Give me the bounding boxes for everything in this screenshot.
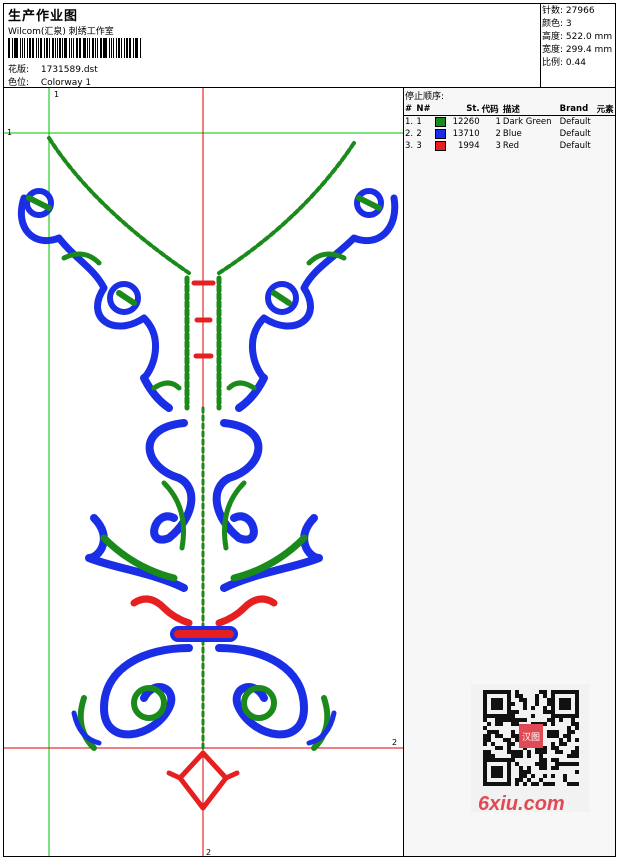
page-title: 生产作业图 xyxy=(8,9,79,24)
table-row: 2. 2 13710 2 Blue Default xyxy=(405,128,591,139)
guide-label-top: 1 xyxy=(54,90,60,99)
colorway-value: Colorway 1 xyxy=(40,78,92,88)
production-sheet: 生产作业图 Wilcom(汇泉) 刺绣工作室 花版: 1731589.dst 色… xyxy=(3,3,616,857)
stat-height: 高度: 522.0 mm xyxy=(542,32,613,42)
stat-colors: 颜色: 3 xyxy=(542,19,572,29)
header-info: 生产作业图 Wilcom(汇泉) 刺绣工作室 花版: 1731589.dst 色… xyxy=(4,4,541,88)
color-swatch xyxy=(434,128,446,139)
design-canvas: 1 1 2 2 xyxy=(4,88,404,857)
watermark-logo: 6xiu.com xyxy=(478,793,565,815)
table-row: 1. 1 12260 1 Dark Green Default xyxy=(405,116,591,127)
stats-panel: 针数: 27966 颜色: 3 高度: 522.0 mm 宽度: 299.4 m… xyxy=(541,4,615,88)
stop-sequence-table: # N# St. 代码 描述 Brand 元素 1. 1 12260 1 Dark Gr… xyxy=(404,102,615,152)
color-swatch xyxy=(434,116,446,127)
guide-label-right: 2 xyxy=(392,738,398,747)
stamp-text: 汉图 xyxy=(522,732,540,743)
barcode xyxy=(8,38,142,58)
stop-sequence-title: 停止顺序: xyxy=(405,92,445,102)
design-label: 花版: xyxy=(8,65,30,75)
colorway-row: 色位: Colorway 1 xyxy=(8,75,91,88)
stat-scale: 比例: 0.44 xyxy=(542,58,586,68)
design-row: 花版: 1731589.dst xyxy=(8,62,98,75)
color-swatch xyxy=(434,140,446,151)
stat-stitches: 针数: 27966 xyxy=(542,6,595,16)
table-row: 3. 3 1994 3 Red Default xyxy=(405,140,591,151)
table-header: # N# St. 代码 描述 Brand 元素 xyxy=(404,102,615,116)
embroidery-preview xyxy=(4,88,403,856)
studio-name: Wilcom(汇泉) 刺绣工作室 xyxy=(8,27,114,37)
center-band xyxy=(170,626,238,642)
colorway-label: 色位: xyxy=(8,78,30,88)
stat-width: 宽度: 299.4 mm xyxy=(542,45,613,55)
guide-label-left: 1 xyxy=(7,128,13,137)
design-file: 1731589.dst xyxy=(40,65,98,75)
guide-label-bottom: 2 xyxy=(206,848,212,857)
